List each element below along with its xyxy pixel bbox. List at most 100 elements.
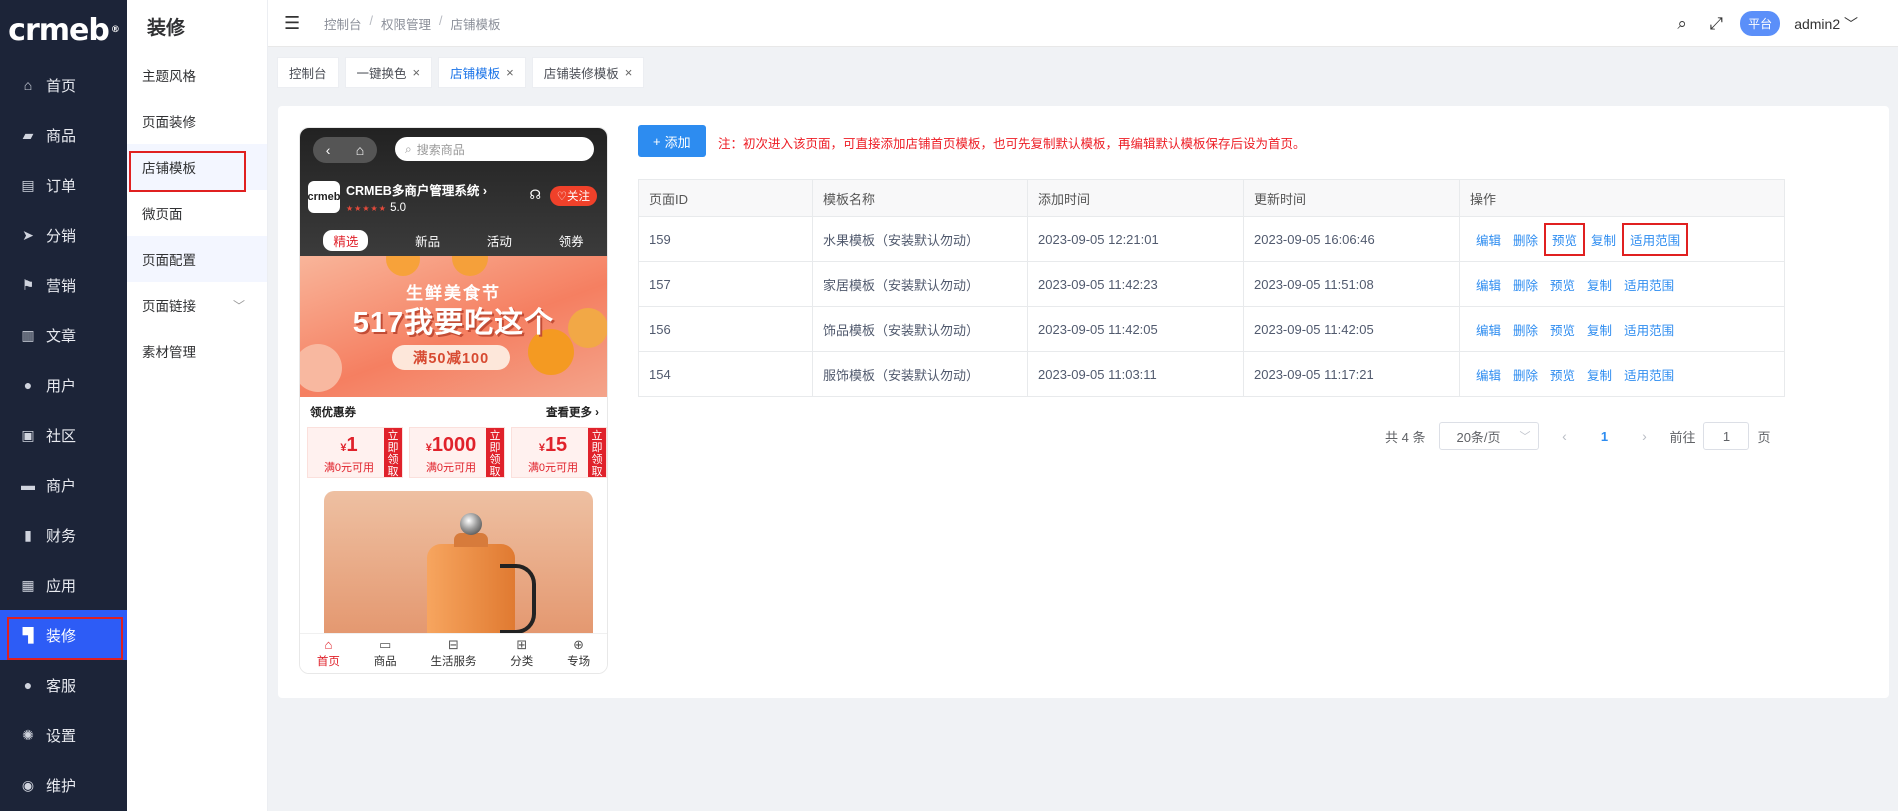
copy-link[interactable]: 复制	[1581, 268, 1618, 301]
community-icon: ▣	[21, 426, 35, 443]
coupon-amount-value: 1	[346, 434, 358, 456]
cell-actions: 编辑 删除 预览 复制 适用范围	[1459, 216, 1785, 262]
fullscreen-icon[interactable]: ⤢	[1706, 14, 1726, 34]
prev-page-button[interactable]: ‹	[1553, 428, 1575, 444]
finance-icon: ▮	[24, 526, 32, 543]
breadcrumb-item[interactable]: 控制台	[324, 14, 362, 33]
nav-label: 客服	[46, 677, 77, 695]
breadcrumb-item[interactable]: 权限管理	[381, 14, 431, 33]
phone-tab: 精选	[323, 230, 369, 251]
nav-label: 社区	[46, 427, 77, 445]
coupon-amount-value: 15	[544, 434, 568, 456]
cell-updated: 2023-09-05 11:42:05	[1243, 306, 1460, 352]
sub-item-page-links[interactable]: 页面链接 ﹀	[127, 282, 267, 328]
nav-customer-service[interactable]: ● 客服	[0, 660, 127, 710]
breadcrumb-separator: /	[439, 13, 443, 28]
coupon-more: 查看更多 ›	[545, 407, 599, 419]
sub-item-label: 页面配置	[142, 253, 196, 268]
preview-link[interactable]: 预览	[1544, 268, 1581, 301]
next-page-button[interactable]: ›	[1633, 428, 1655, 444]
column-header: 页面ID	[638, 179, 813, 217]
goto-page-input[interactable]	[1703, 422, 1750, 450]
edit-link[interactable]: 编辑	[1470, 358, 1507, 391]
notice-text: 注：初次进入该页面，可直接添加店铺首页模板，也可先复制默认模板，再编辑默认模板保…	[718, 137, 1306, 151]
phone-tab: 活动	[486, 235, 512, 249]
nav-orders[interactable]: ▤ 订单	[0, 160, 127, 210]
top-header: ☰ 控制台 / 权限管理 / 店铺模板 ⌕ ⤢ 平台 admin2 ﹀	[268, 0, 1898, 47]
nav-label: 财务	[46, 527, 77, 545]
close-icon[interactable]: ×	[625, 65, 633, 80]
sub-item-page-decorate[interactable]: 页面装修	[127, 98, 267, 144]
kettle-knob	[460, 513, 482, 535]
nav-finance[interactable]: ▮ 财务	[0, 510, 127, 560]
menu-fold-icon[interactable]: ☰	[284, 13, 302, 34]
nav-users[interactable]: ● 用户	[0, 360, 127, 410]
tag-shop-decorate-template[interactable]: 店铺装修模板 ×	[531, 56, 645, 88]
tag-shop-template[interactable]: 店铺模板 ×	[438, 56, 526, 88]
nav-maintain[interactable]: ◉ 维护	[0, 760, 127, 810]
phone-tabs: 精选 新品 活动 领券	[300, 230, 607, 251]
page-size-select[interactable]: 20条/页 ﹀	[1439, 422, 1540, 450]
delete-link[interactable]: 删除	[1507, 223, 1544, 256]
sub-item-materials[interactable]: 素材管理	[127, 328, 267, 374]
coupon-get: 立即领取	[486, 428, 504, 478]
nav-products[interactable]: ▰ 商品	[0, 110, 127, 160]
nav-label: 商户	[46, 477, 77, 495]
tag-color-switch[interactable]: 一键换色 ×	[344, 56, 433, 88]
nav-merchants[interactable]: ▬ 商户	[0, 460, 127, 510]
footer-special: ⊕ 专场	[567, 638, 590, 669]
nav-home[interactable]: ⌂ 首页	[0, 60, 127, 110]
cell-added: 2023-09-05 11:03:11	[1027, 351, 1244, 397]
follow-label: 关注	[567, 191, 590, 203]
follow-badge: ♡关注	[549, 186, 597, 206]
copy-link[interactable]: 复制	[1585, 223, 1622, 256]
goto-prefix: 前往	[1669, 429, 1696, 445]
delete-link[interactable]: 删除	[1507, 268, 1544, 301]
delete-link[interactable]: 删除	[1507, 358, 1544, 391]
nav-label: 分销	[46, 227, 77, 245]
column-header: 添加时间	[1027, 179, 1244, 217]
add-button-label: 添加	[664, 134, 691, 150]
edit-link[interactable]: 编辑	[1470, 313, 1507, 346]
scope-link[interactable]: 适用范围	[1618, 268, 1680, 301]
user-menu[interactable]: admin2 ﹀	[1794, 14, 1858, 34]
goto-suffix: 页	[1757, 429, 1771, 445]
sub-item-page-config[interactable]: 页面配置	[127, 236, 267, 282]
nav-apps[interactable]: ▦ 应用	[0, 560, 127, 610]
preview-link[interactable]: 预览	[1544, 358, 1581, 391]
close-icon[interactable]: ×	[506, 65, 514, 80]
edit-link[interactable]: 编辑	[1470, 268, 1507, 301]
sub-item-micro-page[interactable]: 微页面	[127, 190, 267, 236]
copy-link[interactable]: 复制	[1581, 313, 1618, 346]
column-header: 更新时间	[1243, 179, 1460, 217]
search-icon[interactable]: ⌕	[1672, 14, 1692, 34]
nav-distribution[interactable]: ➤ 分销	[0, 210, 127, 260]
scope-link[interactable]: 适用范围	[1622, 222, 1689, 256]
nav-marketing[interactable]: ⚑ 营销	[0, 260, 127, 310]
edit-link[interactable]: 编辑	[1470, 223, 1507, 256]
logo[interactable]: crmeb ®	[0, 0, 127, 60]
nav-articles[interactable]: ▥ 文章	[0, 310, 127, 360]
current-page[interactable]: 1	[1589, 429, 1619, 444]
delete-link[interactable]: 删除	[1507, 313, 1544, 346]
cell-id: 154	[638, 351, 813, 397]
tag-dashboard[interactable]: 控制台	[277, 56, 339, 88]
close-icon[interactable]: ×	[413, 65, 421, 80]
cell-updated: 2023-09-05 16:06:46	[1243, 216, 1460, 262]
orange-image	[386, 256, 420, 276]
sub-item-theme[interactable]: 主题风格	[127, 52, 267, 98]
cell-actions: 编辑 删除 预览 复制 适用范围	[1459, 306, 1785, 352]
scope-link[interactable]: 适用范围	[1618, 358, 1680, 391]
shop-avatar: crmeb	[307, 181, 341, 213]
nav-community[interactable]: ▣ 社区	[0, 410, 127, 460]
scope-link[interactable]: 适用范围	[1618, 313, 1680, 346]
cell-name: 水果模板（安装默认勿动）	[812, 216, 1028, 262]
shop-name-text: CRMEB多商户管理系统	[346, 184, 480, 198]
copy-link[interactable]: 复制	[1581, 358, 1618, 391]
nav-settings[interactable]: ✺ 设置	[0, 710, 127, 760]
add-button[interactable]: + 添加	[638, 125, 706, 157]
nav-label: 营销	[46, 277, 77, 295]
preview-link[interactable]: 预览	[1544, 222, 1586, 256]
preview-link[interactable]: 预览	[1544, 313, 1581, 346]
column-header: 模板名称	[812, 179, 1028, 217]
